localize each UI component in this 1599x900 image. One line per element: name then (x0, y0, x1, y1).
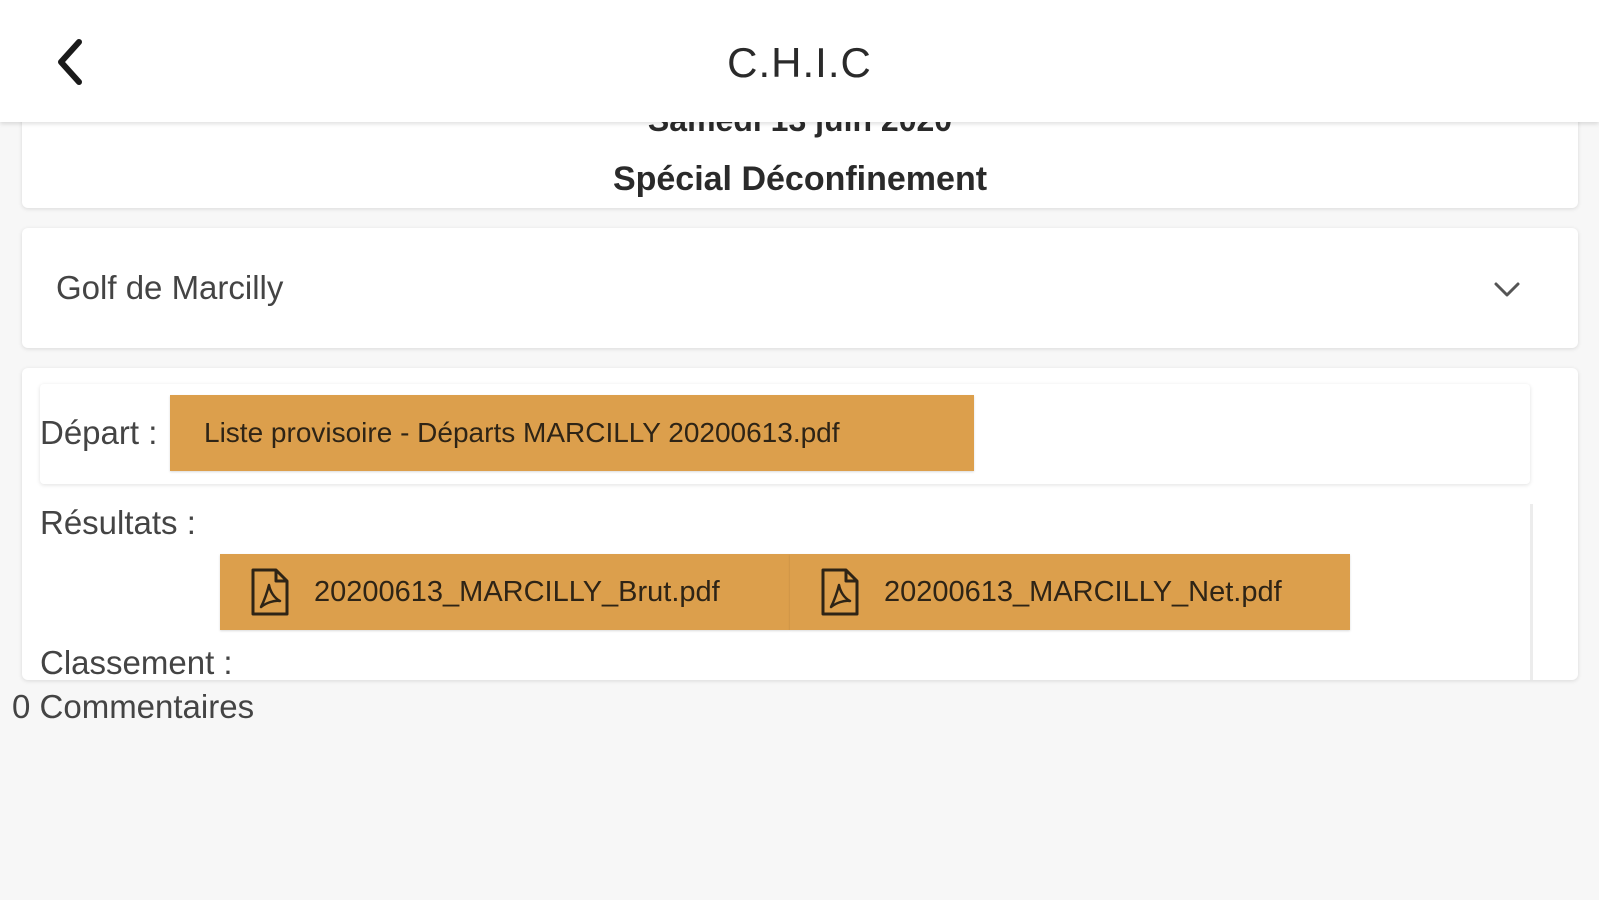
pdf-file-icon (821, 568, 859, 616)
depart-file-button[interactable]: Liste provisoire - Départs MARCILLY 2020… (170, 395, 974, 471)
event-subtitle: Spécial Déconfinement (612, 160, 988, 198)
classement-label: Classement : (40, 644, 233, 680)
chevron-down-icon (1494, 282, 1520, 297)
results-label: Résultats : (40, 504, 196, 541)
results-section: Résultats : 20200613_MARCILLY_Brut.pdf 2… (40, 504, 1533, 680)
result-file-name: 20200613_MARCILLY_Net.pdf (884, 576, 1282, 608)
pdf-file-icon (251, 568, 289, 616)
result-file-brut-button[interactable]: 20200613_MARCILLY_Brut.pdf (220, 554, 790, 630)
documents-card: Départ : Liste provisoire - Départs MARC… (22, 368, 1578, 680)
course-select-value: Golf de Marcilly (56, 269, 284, 306)
depart-row: Départ : Liste provisoire - Départs MARC… (40, 384, 1530, 484)
result-file-name: 20200613_MARCILLY_Brut.pdf (314, 576, 720, 608)
comments-count[interactable]: 0 Commentaires (12, 688, 254, 726)
nav-bar: C.H.I.C (0, 0, 1599, 122)
page-title: C.H.I.C (727, 39, 872, 86)
course-select[interactable]: Golf de Marcilly (22, 228, 1578, 348)
depart-label: Départ : (40, 414, 158, 451)
result-file-net-button[interactable]: 20200613_MARCILLY_Net.pdf (790, 554, 1350, 630)
